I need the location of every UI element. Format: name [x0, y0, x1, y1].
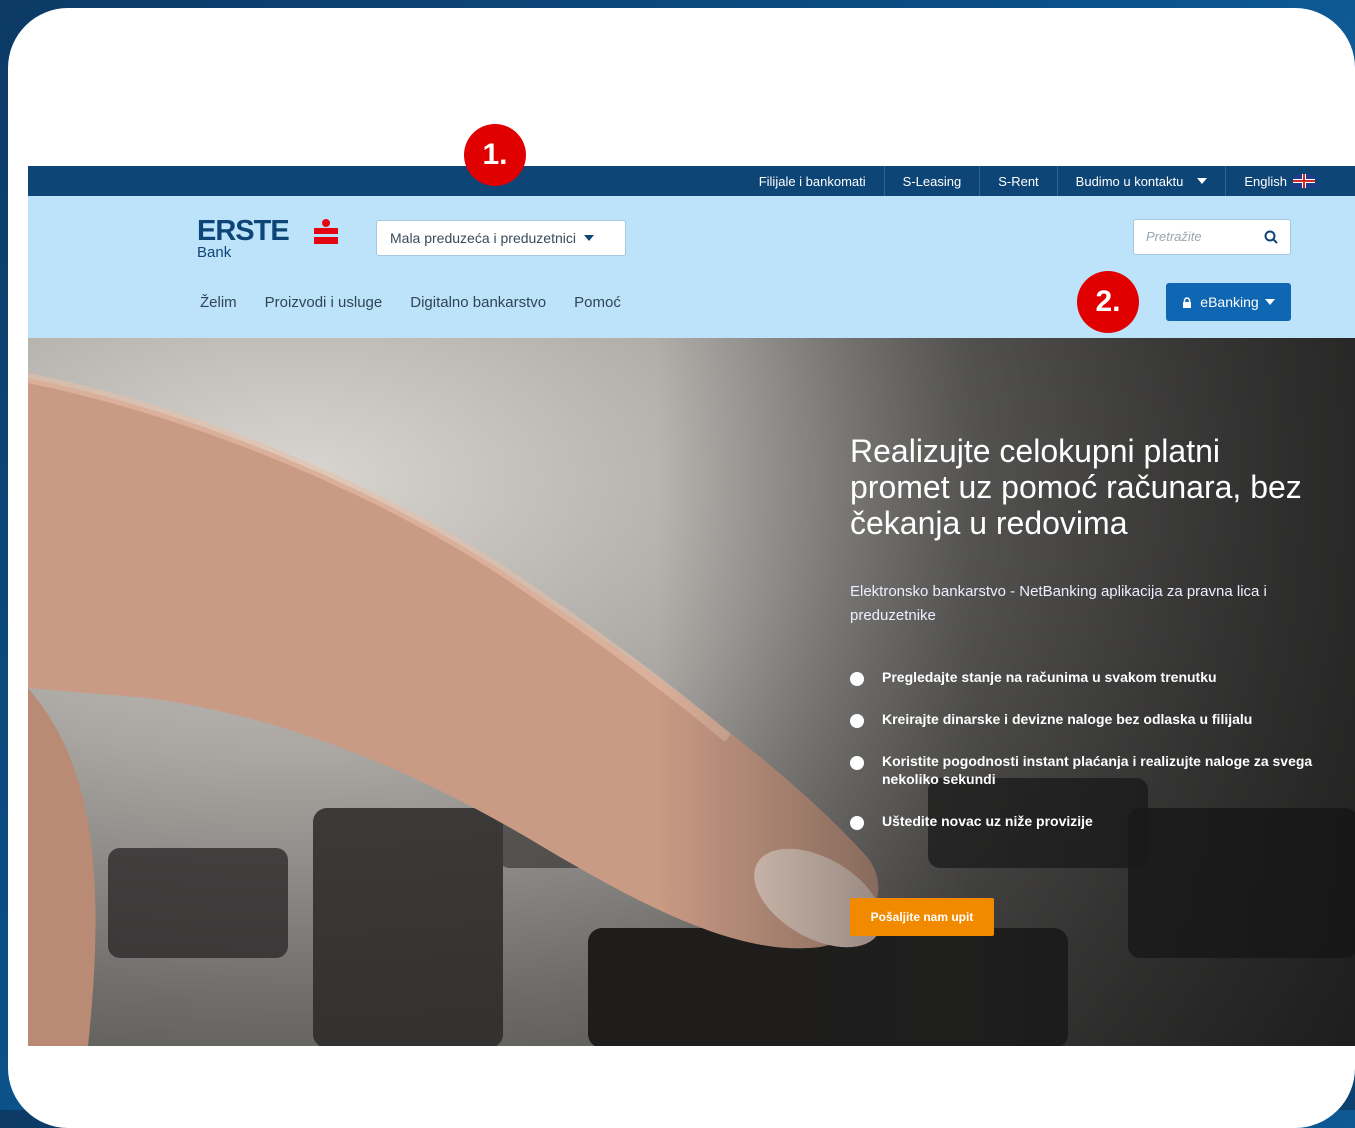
- toplink-sleasing-label: S-Leasing: [902, 173, 962, 189]
- list-item-text: Koristite pogodnosti instant plaćanja i …: [882, 753, 1313, 787]
- toplink-srent[interactable]: S-Rent: [979, 166, 1056, 196]
- segment-label: Mala preduzeća i preduzetnici: [390, 230, 576, 246]
- caret-down-icon: [1264, 299, 1275, 305]
- annotation-marker-1: 1.: [464, 124, 526, 186]
- caret-down-icon: [584, 235, 594, 241]
- bullet-dot-icon: [850, 714, 864, 728]
- marker-2-label: 2.: [1095, 285, 1121, 318]
- ebanking-label: eBanking: [1200, 294, 1259, 310]
- toplink-contact[interactable]: Budimo u kontaktu: [1056, 166, 1226, 196]
- top-links: Filijale i bankomati S-Leasing S-Rent Bu…: [741, 166, 1333, 196]
- annotation-marker-2: 2.: [1077, 271, 1139, 333]
- marker-1-label: 1.: [482, 138, 508, 171]
- website: Filijale i bankomati S-Leasing S-Rent Bu…: [28, 166, 1355, 1046]
- uk-flag-icon: [1293, 174, 1315, 188]
- rounded-frame: Filijale i bankomati S-Leasing S-Rent Bu…: [8, 8, 1355, 1128]
- header: ERSTE Bank Mala preduzeća i preduzetnici: [28, 196, 1355, 338]
- logo-sub: Bank: [197, 244, 232, 261]
- bullet-dot-icon: [850, 672, 864, 686]
- toplink-sleasing[interactable]: S-Leasing: [883, 166, 980, 196]
- toplink-contact-label: Budimo u kontaktu: [1075, 173, 1184, 189]
- list-item-text: Kreirajte dinarske i devizne naloge bez …: [882, 711, 1253, 727]
- send-inquiry-button[interactable]: Pošaljite nam upit: [850, 898, 994, 936]
- top-bar: Filijale i bankomati S-Leasing S-Rent Bu…: [28, 166, 1355, 196]
- toplink-language-label: English: [1244, 173, 1287, 189]
- hero-subtitle: Elektronsko bankarstvo - NetBanking apli…: [850, 583, 1267, 624]
- benefit-list: Pregledajte stanje na računima u svakom …: [850, 668, 1320, 854]
- caret-down-icon: [1197, 178, 1208, 184]
- nav-item-digital-banking[interactable]: Digitalno bankarstvo: [410, 294, 546, 311]
- nav-item-products[interactable]: Proizvodi i usluge: [265, 294, 383, 311]
- segment-dropdown[interactable]: Mala preduzeća i preduzetnici: [376, 220, 626, 256]
- bullet-dot-icon: [850, 816, 864, 830]
- list-item-text: Uštedite novac uz niže provizije: [882, 813, 1093, 829]
- list-item: Pregledajte stanje na računima u svakom …: [850, 668, 1320, 686]
- toplink-srent-label: S-Rent: [998, 173, 1039, 189]
- search-icon[interactable]: [1264, 230, 1278, 244]
- nav-item-zelim[interactable]: Želim: [200, 294, 237, 311]
- list-item: Uštedite novac uz niže provizije: [850, 812, 1320, 830]
- lock-icon: [1183, 296, 1192, 308]
- search-box: [1133, 219, 1291, 255]
- cta-label: Pošaljite nam upit: [870, 910, 974, 924]
- sparkasse-logo-icon: [314, 219, 338, 244]
- hero-banner: Realizujte celokupni platni promet uz po…: [28, 338, 1355, 1046]
- ebanking-button[interactable]: eBanking: [1166, 283, 1291, 321]
- bullet-dot-icon: [850, 756, 864, 770]
- main-nav: Želim Proizvodi i usluge Digitalno banka…: [200, 294, 621, 311]
- hero-headline: Realizujte celokupni platni promet uz po…: [850, 433, 1302, 541]
- toplink-language[interactable]: English: [1225, 166, 1333, 196]
- list-item: Koristite pogodnosti instant plaćanja i …: [850, 752, 1320, 788]
- erste-logo[interactable]: ERSTE Bank: [197, 215, 338, 261]
- search-input[interactable]: [1144, 228, 1258, 245]
- list-item-text: Pregledajte stanje na računima u svakom …: [882, 669, 1217, 685]
- toplink-branches[interactable]: Filijale i bankomati: [741, 166, 884, 196]
- list-item: Kreirajte dinarske i devizne naloge bez …: [850, 710, 1320, 728]
- logo-text: ERSTE: [197, 215, 290, 247]
- toplink-branches-label: Filijale i bankomati: [758, 173, 866, 189]
- nav-item-help[interactable]: Pomoć: [574, 294, 621, 311]
